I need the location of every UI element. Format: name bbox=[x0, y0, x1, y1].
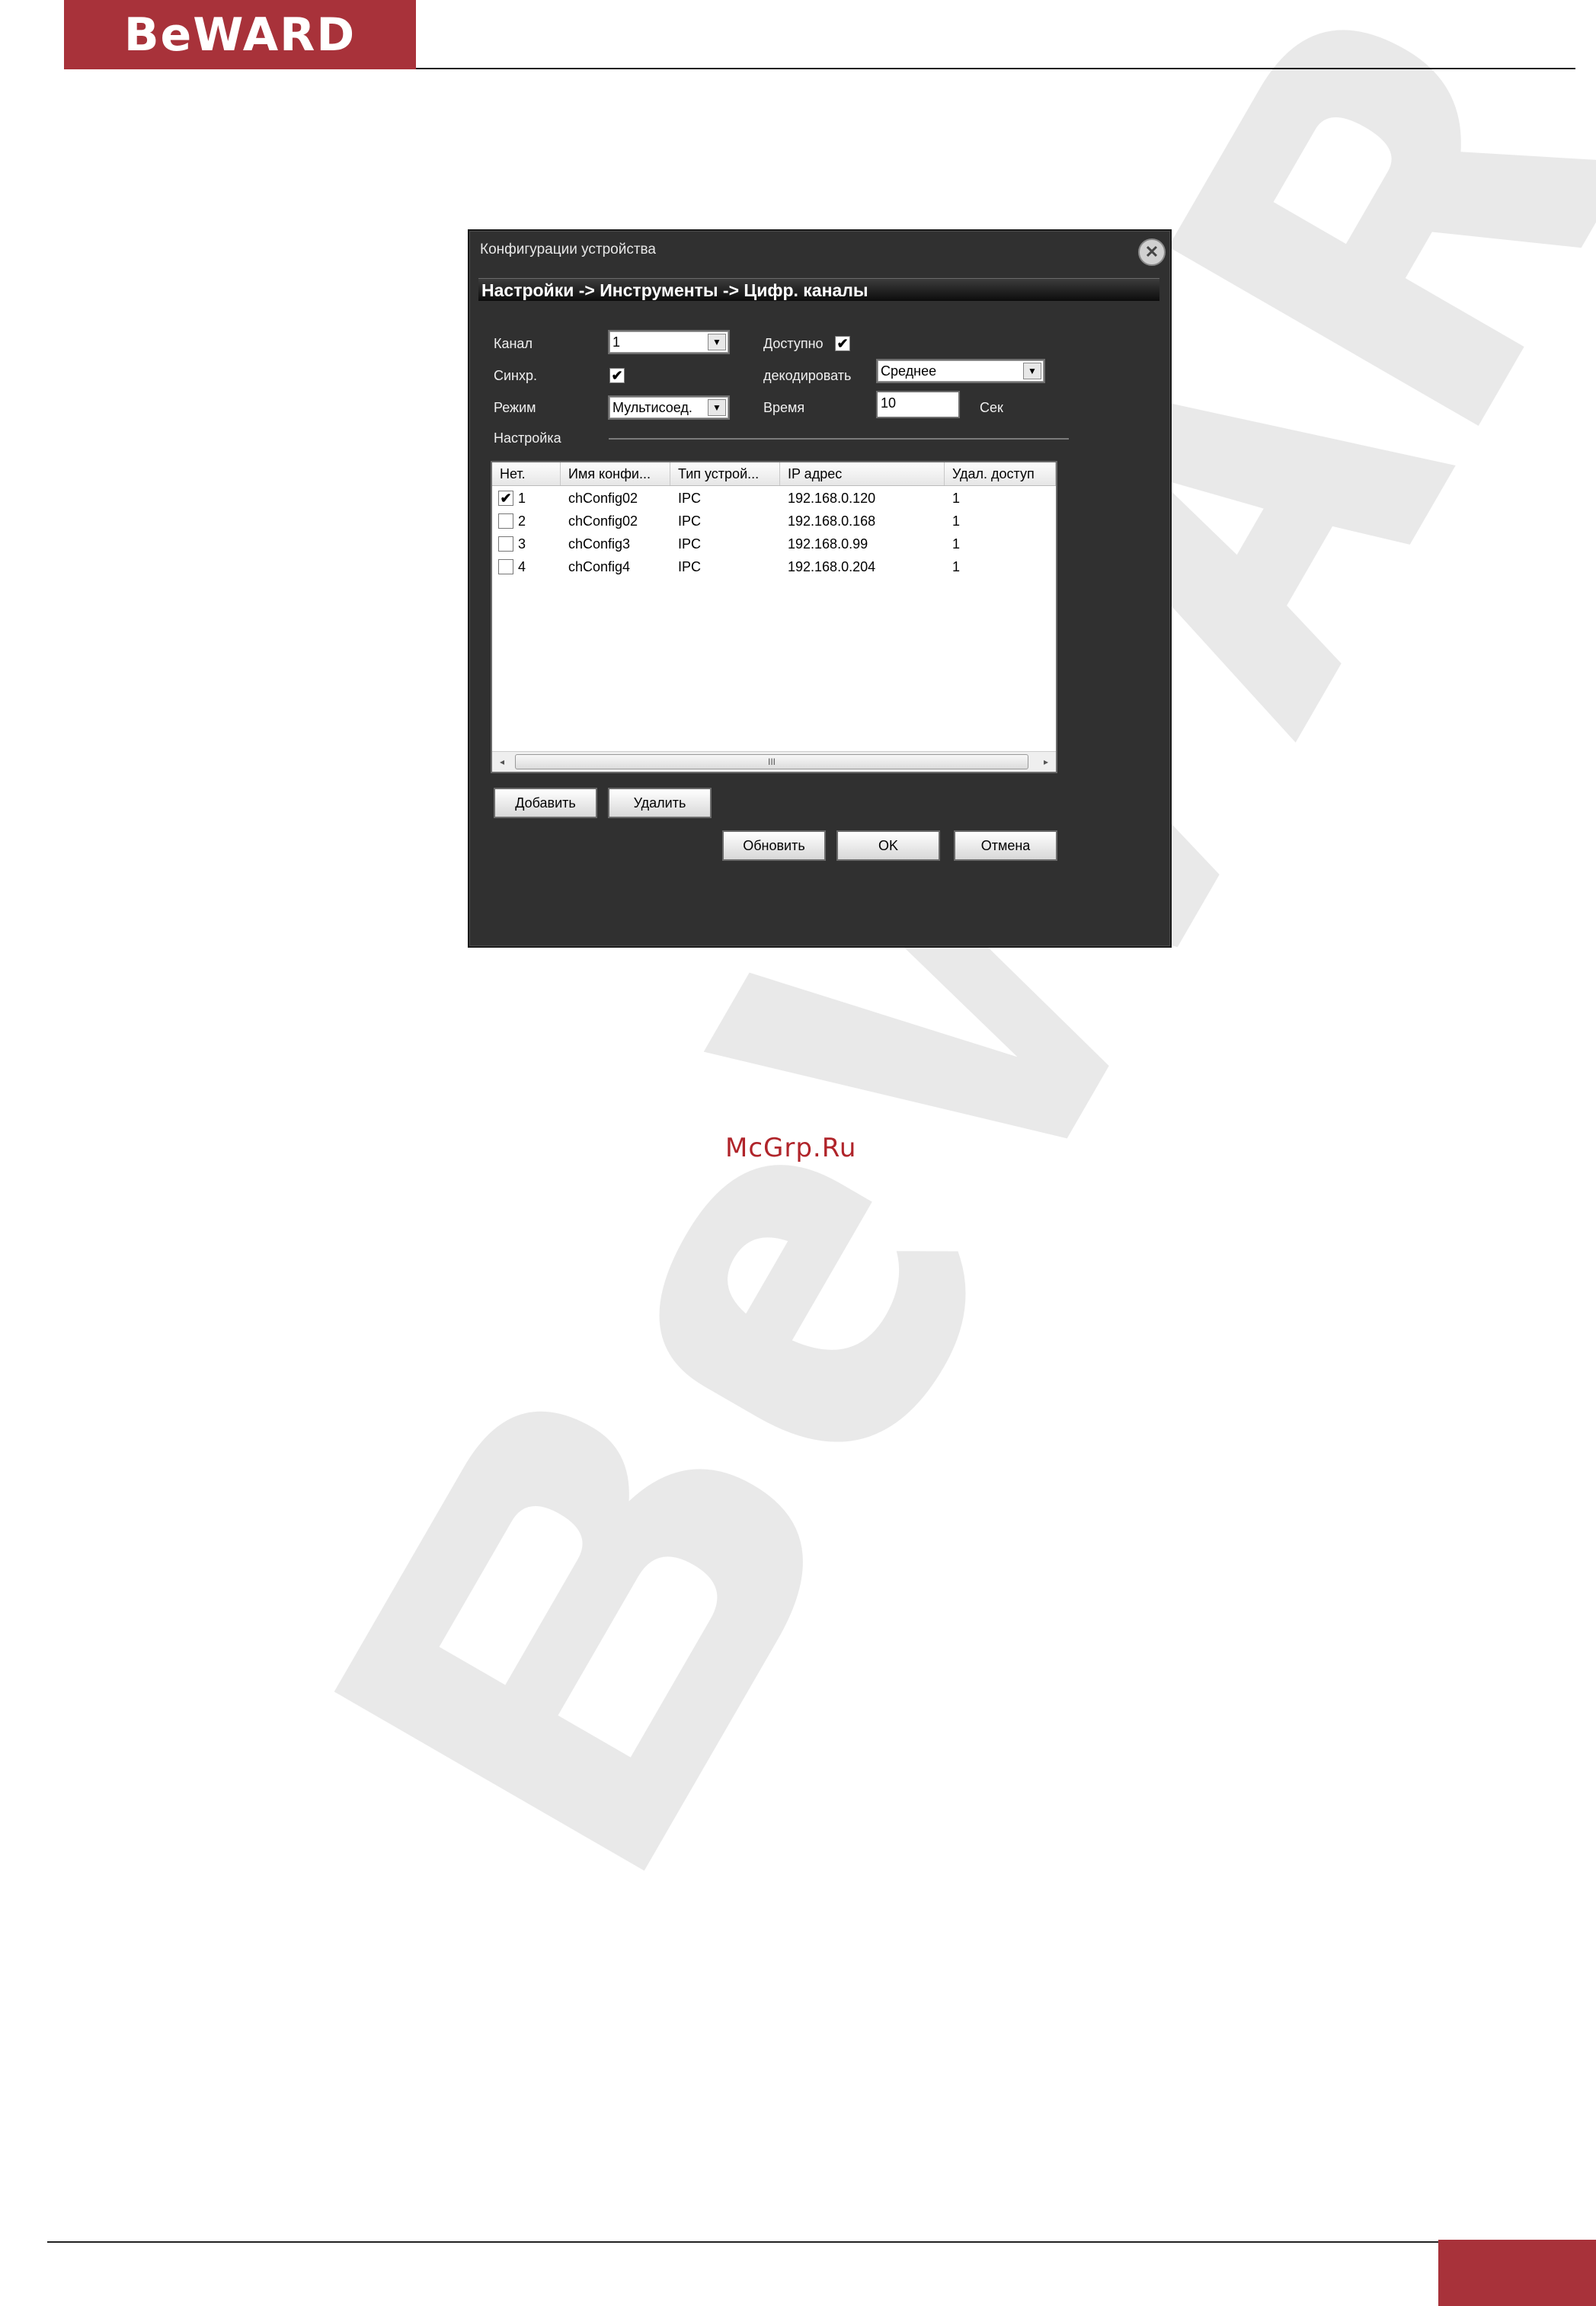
chevron-down-icon[interactable]: ▼ bbox=[708, 399, 726, 416]
header-divider bbox=[416, 68, 1575, 69]
decode-value: Среднее bbox=[881, 363, 937, 379]
row-remote-access: 1 bbox=[952, 513, 961, 529]
time-unit: Сек bbox=[980, 400, 1003, 415]
channel-label: Канал bbox=[494, 336, 533, 351]
device-config-dialog: Конфигурации устройства ✕ Настройки -> И… bbox=[468, 229, 1172, 948]
time-input[interactable]: 10 bbox=[876, 391, 960, 418]
breadcrumb: Настройки -> Инструменты -> Цифр. каналы bbox=[478, 278, 1159, 301]
mode-label: Режим bbox=[494, 400, 536, 415]
page-number-tab bbox=[1438, 2240, 1596, 2306]
available-checkbox[interactable]: ✔ bbox=[835, 336, 850, 351]
chevron-down-icon[interactable]: ▼ bbox=[1023, 363, 1041, 379]
table-header: Нет. Имя конфи... Тип устрой... IP адрес… bbox=[492, 462, 1056, 486]
column-ip-address[interactable]: IP адрес bbox=[780, 462, 945, 485]
row-remote-access: 1 bbox=[952, 536, 961, 552]
close-icon[interactable]: ✕ bbox=[1138, 238, 1166, 266]
row-number: 4 bbox=[518, 559, 526, 574]
settings-label: Настройка bbox=[494, 430, 561, 446]
site-watermark-text: McGrp.Ru bbox=[725, 1133, 857, 1163]
row-config-name: chConfig3 bbox=[568, 536, 631, 552]
row-remote-access: 1 bbox=[952, 559, 961, 574]
row-ip-address: 192.168.0.120 bbox=[788, 491, 876, 506]
cancel-button[interactable]: Отмена bbox=[954, 830, 1057, 861]
row-checkbox[interactable] bbox=[498, 559, 513, 574]
scroll-left-icon[interactable]: ◂ bbox=[492, 752, 512, 772]
table-row[interactable]: 3 chConfig3 IPC 192.168.0.99 1 bbox=[492, 533, 1056, 555]
mode-select[interactable]: Мультисоед. ▼ bbox=[608, 395, 730, 420]
chevron-down-icon[interactable]: ▼ bbox=[708, 334, 726, 350]
scroll-thumb[interactable]: III bbox=[515, 754, 1028, 769]
table-row[interactable]: ✔ 1 chConfig02 IPC 192.168.0.120 1 bbox=[492, 487, 1056, 510]
horizontal-scrollbar[interactable]: ◂ III ▸ bbox=[492, 751, 1056, 772]
decode-label: декодировать bbox=[763, 368, 852, 383]
row-number: 3 bbox=[518, 536, 526, 552]
sync-checkbox[interactable]: ✔ bbox=[609, 368, 625, 383]
beward-logo: BeWARD bbox=[64, 0, 416, 69]
decode-select[interactable]: Среднее ▼ bbox=[876, 359, 1045, 383]
row-number: 1 bbox=[518, 491, 526, 506]
row-device-type: IPC bbox=[678, 513, 702, 529]
row-device-type: IPC bbox=[678, 491, 702, 506]
channel-select[interactable]: 1 ▼ bbox=[608, 330, 730, 354]
dialog-title: Конфигурации устройства bbox=[480, 241, 656, 257]
time-label: Время bbox=[763, 400, 805, 415]
row-config-name: chConfig02 bbox=[568, 513, 638, 529]
section-divider bbox=[609, 438, 1069, 440]
table-row[interactable]: 4 chConfig4 IPC 192.168.0.204 1 bbox=[492, 555, 1056, 578]
row-device-type: IPC bbox=[678, 536, 702, 552]
row-checkbox[interactable] bbox=[498, 513, 513, 529]
scroll-right-icon[interactable]: ▸ bbox=[1036, 752, 1056, 772]
footer-divider bbox=[47, 2241, 1438, 2243]
mode-value: Мультисоед. bbox=[612, 400, 692, 415]
row-ip-address: 192.168.0.204 bbox=[788, 559, 876, 574]
add-button[interactable]: Добавить bbox=[494, 788, 597, 818]
column-remote-access[interactable]: Удал. доступ bbox=[945, 462, 1056, 485]
row-ip-address: 192.168.0.99 bbox=[788, 536, 868, 552]
table-row[interactable]: 2 chConfig02 IPC 192.168.0.168 1 bbox=[492, 510, 1056, 533]
row-config-name: chConfig4 bbox=[568, 559, 631, 574]
delete-button[interactable]: Удалить bbox=[608, 788, 712, 818]
refresh-button[interactable]: Обновить bbox=[722, 830, 826, 861]
column-config-name[interactable]: Имя конфи... bbox=[561, 462, 670, 485]
row-number: 2 bbox=[518, 513, 526, 529]
row-ip-address: 192.168.0.168 bbox=[788, 513, 876, 529]
available-label: Доступно bbox=[763, 336, 824, 351]
channels-table: Нет. Имя конфи... Тип устрой... IP адрес… bbox=[491, 461, 1057, 773]
column-number[interactable]: Нет. bbox=[492, 462, 561, 485]
column-device-type[interactable]: Тип устрой... bbox=[670, 462, 780, 485]
row-checkbox[interactable]: ✔ bbox=[498, 491, 513, 506]
row-device-type: IPC bbox=[678, 559, 702, 574]
row-checkbox[interactable] bbox=[498, 536, 513, 552]
row-config-name: chConfig02 bbox=[568, 491, 638, 506]
channel-value: 1 bbox=[612, 334, 621, 350]
ok-button[interactable]: OK bbox=[836, 830, 940, 861]
sync-label: Синхр. bbox=[494, 368, 538, 383]
row-remote-access: 1 bbox=[952, 491, 961, 506]
